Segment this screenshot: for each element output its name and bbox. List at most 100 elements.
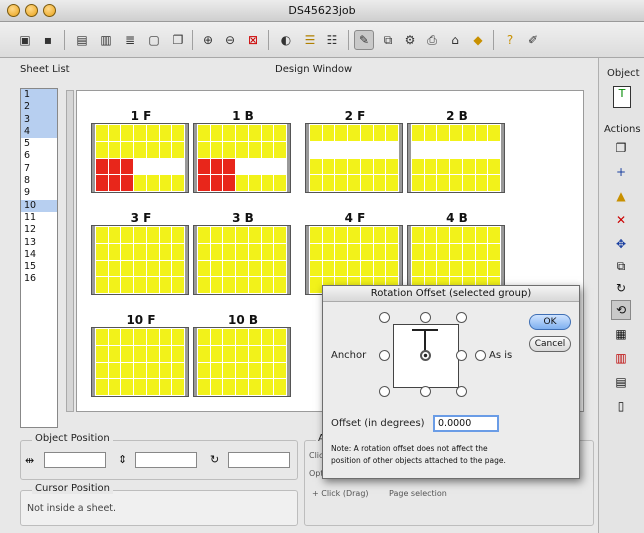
book-icon[interactable]: ▥	[611, 348, 631, 368]
sheet-cell	[248, 362, 261, 379]
sheet-cell	[236, 175, 248, 191]
sheet-cell	[274, 379, 286, 395]
copy-icon[interactable]: ❐	[168, 30, 188, 50]
duplicate-icon[interactable]: ⧉	[378, 30, 398, 50]
add-icon[interactable]: +	[611, 162, 631, 182]
sheet-cell	[437, 158, 450, 175]
anchor-middle-right-radio[interactable]	[456, 350, 467, 361]
edit-icon[interactable]: ✎	[354, 30, 374, 50]
zoom-in-icon[interactable]: ⊕	[198, 30, 218, 50]
anchor-top-left-radio[interactable]	[379, 312, 390, 323]
zoom-out-icon[interactable]: ⊖	[220, 30, 240, 50]
sheet-cell	[248, 345, 261, 362]
sheet-thumbnail[interactable]	[193, 123, 291, 193]
sheet-list-item[interactable]: 14	[21, 249, 57, 261]
sheet-list-item[interactable]: 9	[21, 187, 57, 199]
disk-icon[interactable]: ▪	[38, 30, 58, 50]
sheets-icon[interactable]: ≣	[120, 30, 140, 50]
cart-icon[interactable]: ⌂	[445, 30, 465, 50]
anchor-bottom-right-radio[interactable]	[456, 386, 467, 397]
database-icon[interactable]: ☷	[322, 30, 342, 50]
layers-icon[interactable]: ☰	[300, 30, 320, 50]
sheet-cell	[121, 329, 134, 345]
tag-icon[interactable]: ◆	[468, 30, 488, 50]
document-icon[interactable]: ▯	[611, 396, 631, 416]
sheet-thumbnail[interactable]	[91, 123, 189, 193]
sheet-list-item[interactable]: 16	[21, 273, 57, 285]
sheet-cell	[236, 379, 248, 395]
page-icon[interactable]: ▤	[72, 30, 92, 50]
pie-icon[interactable]: ◐	[276, 30, 296, 50]
sheet-thumbnail[interactable]	[193, 225, 291, 295]
sheet-cell	[121, 227, 134, 243]
rotate-icon[interactable]: ↻	[611, 278, 631, 298]
zoom-fit-icon[interactable]: ⊠	[243, 30, 263, 50]
gear-icon[interactable]: ⚙	[400, 30, 420, 50]
paper-icon[interactable]: ▢	[144, 30, 164, 50]
print-icon[interactable]: ⎙	[422, 30, 442, 50]
page-action-icon[interactable]: ▤	[611, 372, 631, 392]
object-label: Object	[607, 68, 640, 79]
offset-input[interactable]: 0.0000	[433, 415, 499, 432]
sheet-thumbnail[interactable]	[193, 327, 291, 397]
sheet-thumbnail[interactable]	[305, 123, 403, 193]
anchor-middle-left-radio[interactable]	[379, 350, 390, 361]
sheet-list-item[interactable]: 12	[21, 224, 57, 236]
sheet-thumbnail[interactable]	[91, 225, 189, 295]
sheet-list-item[interactable]: 10	[21, 199, 57, 212]
sheet-list-item[interactable]: 5	[21, 138, 57, 150]
sheet-cell	[108, 379, 121, 395]
sheet-cell	[96, 158, 108, 175]
save-icon[interactable]: ▣	[15, 30, 35, 50]
pages-icon[interactable]: ▥	[96, 30, 116, 50]
sheet-cell	[475, 175, 488, 191]
delete-icon[interactable]: ✕	[611, 210, 631, 230]
x-position-field[interactable]	[44, 452, 106, 468]
sheet-title: 4 F	[344, 211, 366, 225]
sheet-list-item[interactable]: 6	[21, 150, 57, 162]
pin-icon[interactable]: ✐	[523, 30, 543, 50]
anchor-bottom-left-radio[interactable]	[379, 386, 390, 397]
anchor-bottom-center-radio[interactable]	[420, 386, 431, 397]
sheet-list-item[interactable]: 4	[21, 125, 57, 139]
sheet-cell	[134, 260, 146, 277]
sheet-thumbnail[interactable]	[91, 327, 189, 397]
warning-icon[interactable]: ▲	[611, 186, 631, 206]
rotation-field[interactable]	[228, 452, 290, 468]
sheet-list-item[interactable]: 15	[21, 261, 57, 273]
text-object-icon[interactable]: T	[613, 86, 631, 108]
sheet-cell	[360, 260, 373, 277]
sheet-cell	[335, 141, 348, 158]
sheet-list[interactable]: 1 2 3 4 5 6 7 8 9 10 11 12 13 14 15 16	[20, 88, 58, 428]
sheet-list-item[interactable]: 2	[21, 101, 57, 114]
anchor-top-center-radio[interactable]	[420, 312, 431, 323]
anchor-center-radio[interactable]	[420, 350, 431, 361]
ok-button[interactable]: OK	[529, 314, 571, 330]
copy-action-icon[interactable]: ❐	[611, 138, 631, 158]
sheet-list-item[interactable]: 3	[21, 113, 57, 126]
sheet-thumbnail[interactable]	[407, 123, 505, 193]
cancel-button[interactable]: Cancel	[529, 336, 571, 352]
as-is-radio[interactable]	[475, 350, 486, 361]
sheet-list-item[interactable]: 1	[21, 89, 57, 102]
sheet-cell	[386, 243, 398, 260]
design-scrollbar[interactable]	[66, 90, 74, 412]
move-icon[interactable]: ✥	[611, 234, 631, 254]
sheet-list-item[interactable]: 7	[21, 163, 57, 175]
sheet-list-item[interactable]: 11	[21, 212, 57, 224]
sheet-cell	[450, 227, 462, 243]
sheet-list-item[interactable]: 13	[21, 237, 57, 249]
grid-icon[interactable]: ▦	[611, 324, 631, 344]
sheet-cell	[223, 158, 236, 175]
transform-icon[interactable]: ⧉	[611, 256, 631, 276]
help-icon[interactable]: ?	[500, 30, 520, 50]
sheet-cell	[475, 158, 488, 175]
sheet-cell	[172, 125, 184, 141]
sheet-cell	[108, 329, 121, 345]
sheet-list-item[interactable]: 8	[21, 175, 57, 187]
rotate-offset-icon[interactable]: ⟲	[611, 300, 631, 320]
anchor-top-right-radio[interactable]	[456, 312, 467, 323]
y-position-field[interactable]	[135, 452, 197, 468]
sheet-title: 10 F	[126, 313, 156, 327]
actions-label: Actions	[604, 124, 641, 135]
